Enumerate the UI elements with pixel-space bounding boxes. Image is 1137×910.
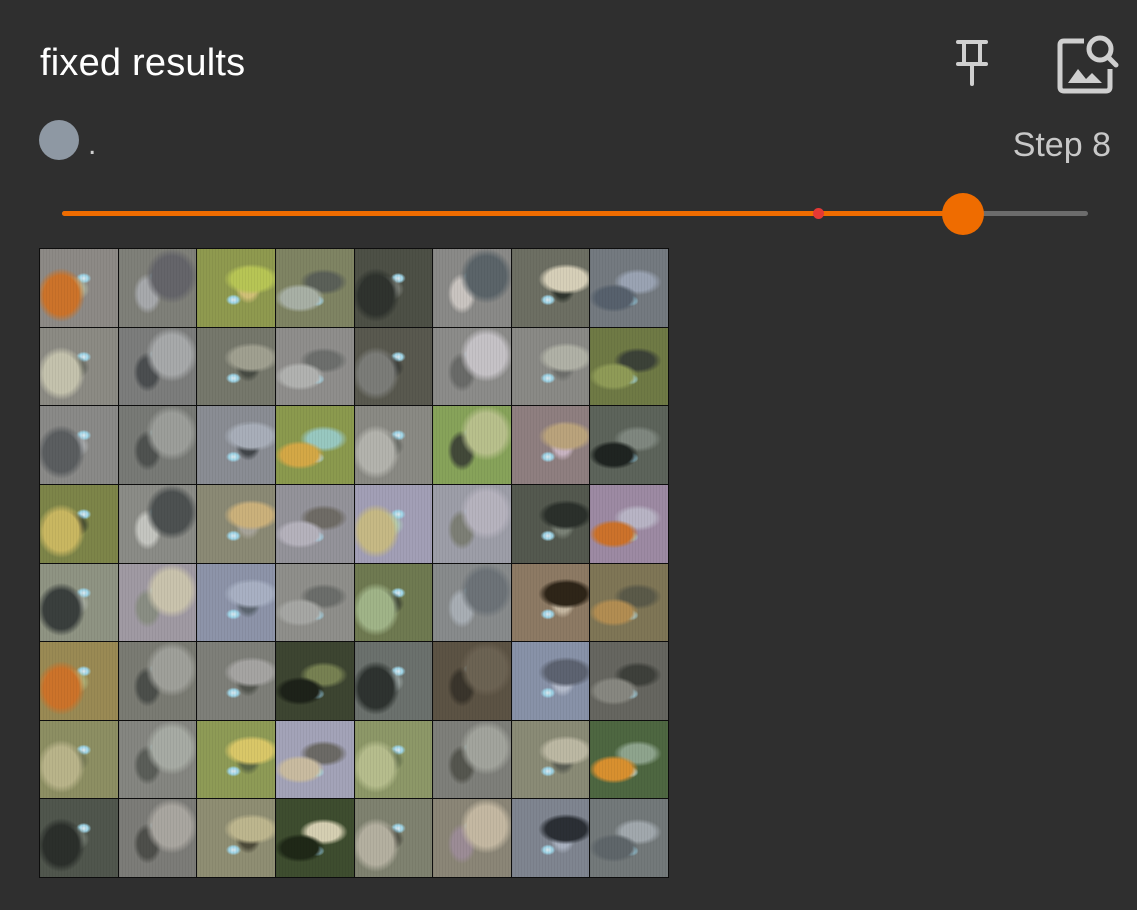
result-tile: [275, 563, 354, 642]
result-tile: [118, 249, 197, 327]
result-tile: [511, 327, 590, 406]
result-tile: [511, 406, 590, 484]
result-tile: [118, 484, 197, 563]
result-tile: [197, 484, 275, 563]
result-tile: [197, 799, 275, 877]
slider-thumb[interactable]: [941, 193, 984, 235]
result-tile: [40, 406, 118, 484]
result-tile: [354, 799, 433, 877]
result-tile: [275, 327, 354, 406]
result-tile: [590, 249, 668, 327]
result-tile: [433, 327, 511, 406]
result-tile: [197, 720, 275, 799]
result-tile: [197, 249, 275, 327]
result-tile: [118, 642, 197, 720]
result-tile: [118, 406, 197, 484]
result-tile: [354, 406, 433, 484]
result-tile: [197, 327, 275, 406]
result-tile: [197, 642, 275, 720]
result-tile: [511, 249, 590, 327]
result-tile: [590, 484, 668, 563]
result-tile: [590, 327, 668, 406]
result-tile: [433, 484, 511, 563]
result-tile: [354, 249, 433, 327]
result-tile: [275, 484, 354, 563]
result-tile: [590, 563, 668, 642]
result-tile: [197, 563, 275, 642]
step-label: Step 8: [1012, 126, 1111, 164]
pin-icon: [956, 40, 988, 86]
result-tile: [433, 642, 511, 720]
result-tile: [275, 642, 354, 720]
result-tile: [275, 799, 354, 877]
result-tile: [354, 327, 433, 406]
result-tile: [511, 484, 590, 563]
result-tile: [275, 406, 354, 484]
result-tile: [40, 720, 118, 799]
slider-marker: [813, 208, 825, 219]
result-tile: [118, 799, 197, 877]
result-tile: [511, 563, 590, 642]
pin-button[interactable]: [944, 34, 1000, 90]
result-tile: [511, 799, 590, 877]
result-tile: [197, 406, 275, 484]
result-tile: [40, 642, 118, 720]
result-tile: [590, 642, 668, 720]
result-tile: [40, 327, 118, 406]
result-tile: [433, 406, 511, 484]
slider-track: [62, 211, 963, 216]
image-search-icon: [1057, 35, 1119, 94]
result-tile: [433, 799, 511, 877]
run-name: .: [88, 128, 97, 161]
result-tile: [40, 249, 118, 327]
result-tile: [511, 720, 590, 799]
result-tile: [433, 563, 511, 642]
result-tile: [590, 406, 668, 484]
result-tile: [354, 563, 433, 642]
run-color-dot: [39, 120, 79, 160]
result-tile: [433, 249, 511, 327]
image-search-button[interactable]: [1052, 30, 1122, 96]
result-tile: [118, 327, 197, 406]
result-tile: [118, 563, 197, 642]
result-tile: [40, 799, 118, 877]
result-tile: [511, 642, 590, 720]
result-tile: [590, 799, 668, 877]
result-tile: [40, 484, 118, 563]
result-tile: [590, 720, 668, 799]
result-tile: [354, 484, 433, 563]
result-tile: [118, 720, 197, 799]
card-title: fixed results: [40, 42, 246, 84]
result-tile: [275, 249, 354, 327]
result-tile: [433, 720, 511, 799]
result-tile: [275, 720, 354, 799]
step-slider[interactable]: [62, 192, 1088, 236]
result-tile: [354, 642, 433, 720]
result-tile: [354, 720, 433, 799]
result-tile: [40, 563, 118, 642]
fixed-results-image: [39, 248, 669, 878]
